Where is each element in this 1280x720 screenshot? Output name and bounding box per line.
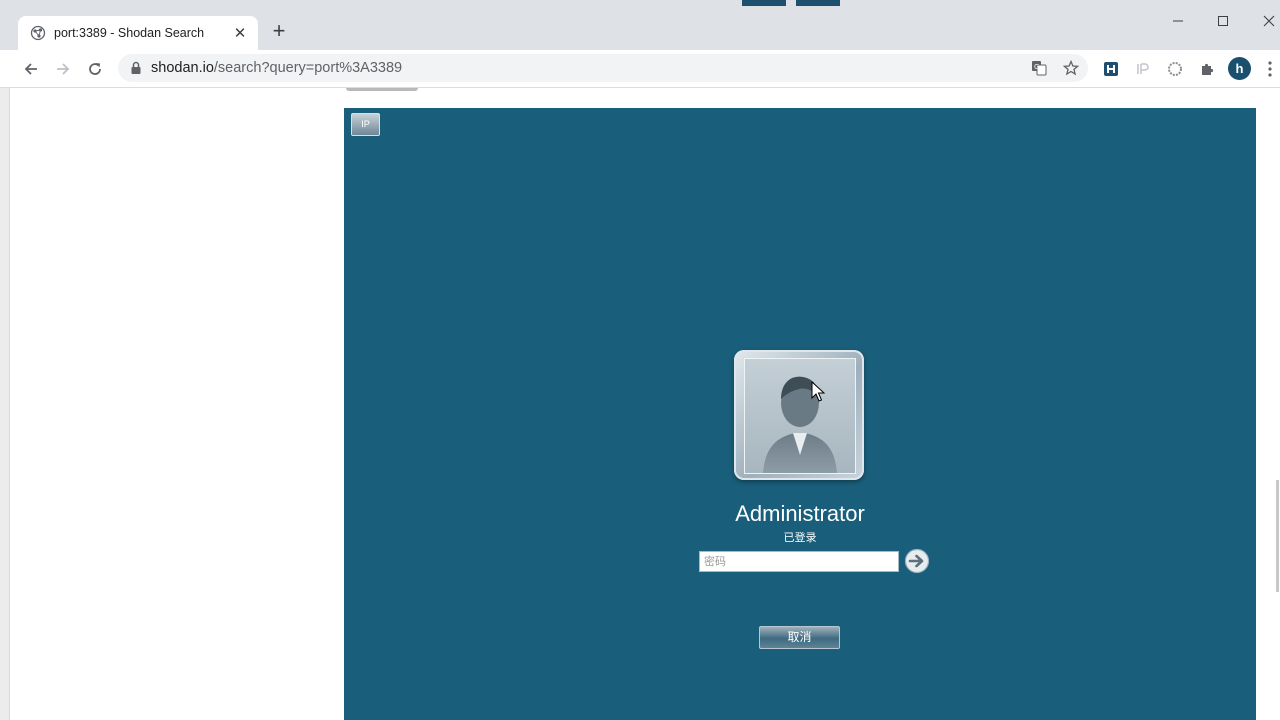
star-icon[interactable] xyxy=(1062,59,1080,77)
translate-icon[interactable]: G xyxy=(1030,59,1048,77)
browser-tab[interactable]: port:3389 - Shodan Search ✕ xyxy=(18,16,258,50)
minimize-icon[interactable] xyxy=(1167,10,1189,32)
left-edge-panel xyxy=(0,88,10,720)
scrollbar-thumb[interactable] xyxy=(1276,480,1279,592)
address-bar[interactable]: shodan.io/search?query=port%3A3389 G xyxy=(118,54,1088,82)
rdp-login-status: 已登录 xyxy=(783,532,817,544)
previous-result-stub xyxy=(346,88,418,91)
browser-titlebar: port:3389 - Shodan Search ✕ + xyxy=(0,0,1280,50)
circle-extension-icon[interactable] xyxy=(1165,59,1185,79)
svg-text:G: G xyxy=(1034,63,1039,71)
user-avatar-frame xyxy=(744,358,856,474)
rdp-username: Administrator xyxy=(735,501,865,526)
h-extension-icon[interactable] xyxy=(1101,59,1121,79)
close-icon[interactable] xyxy=(1258,10,1280,32)
password-field[interactable] xyxy=(699,551,899,572)
top-mark xyxy=(742,0,786,6)
user-tile[interactable] xyxy=(734,350,864,480)
ip-extension-icon[interactable] xyxy=(1133,59,1153,79)
url-text[interactable]: shodan.io/search?query=port%3A3389 xyxy=(151,60,402,76)
rdp-corner-button[interactable]: IP xyxy=(351,113,380,136)
tab-close-icon[interactable]: ✕ xyxy=(232,24,248,42)
cancel-button[interactable]: 取消 xyxy=(759,626,840,649)
back-icon[interactable] xyxy=(19,57,43,81)
menu-icon[interactable] xyxy=(1264,60,1276,78)
tab-title: port:3389 - Shodan Search xyxy=(54,26,205,40)
new-tab-button[interactable]: + xyxy=(268,20,290,43)
top-mark xyxy=(796,0,840,6)
browser-toolbar: shodan.io/search?query=port%3A3389 G h xyxy=(0,50,1280,88)
url-host: shodan.io xyxy=(151,60,214,76)
mouse-cursor-icon xyxy=(811,381,825,402)
reload-icon[interactable] xyxy=(83,57,107,81)
user-silhouette-icon xyxy=(763,376,837,473)
page-content: IP Administrator 已登录 密码 取消 xyxy=(0,88,1280,720)
url-path: /search?query=port%3A3389 xyxy=(213,60,403,76)
profile-avatar[interactable]: h xyxy=(1228,57,1251,80)
lock-icon xyxy=(131,61,141,74)
maximize-icon[interactable] xyxy=(1212,10,1234,32)
rdp-login-screenshot: IP Administrator 已登录 密码 取消 xyxy=(344,108,1256,720)
puzzle-icon[interactable] xyxy=(1197,59,1217,79)
shodan-icon xyxy=(30,25,46,41)
submit-arrow-icon[interactable] xyxy=(904,548,930,574)
forward-icon[interactable] xyxy=(51,57,75,81)
